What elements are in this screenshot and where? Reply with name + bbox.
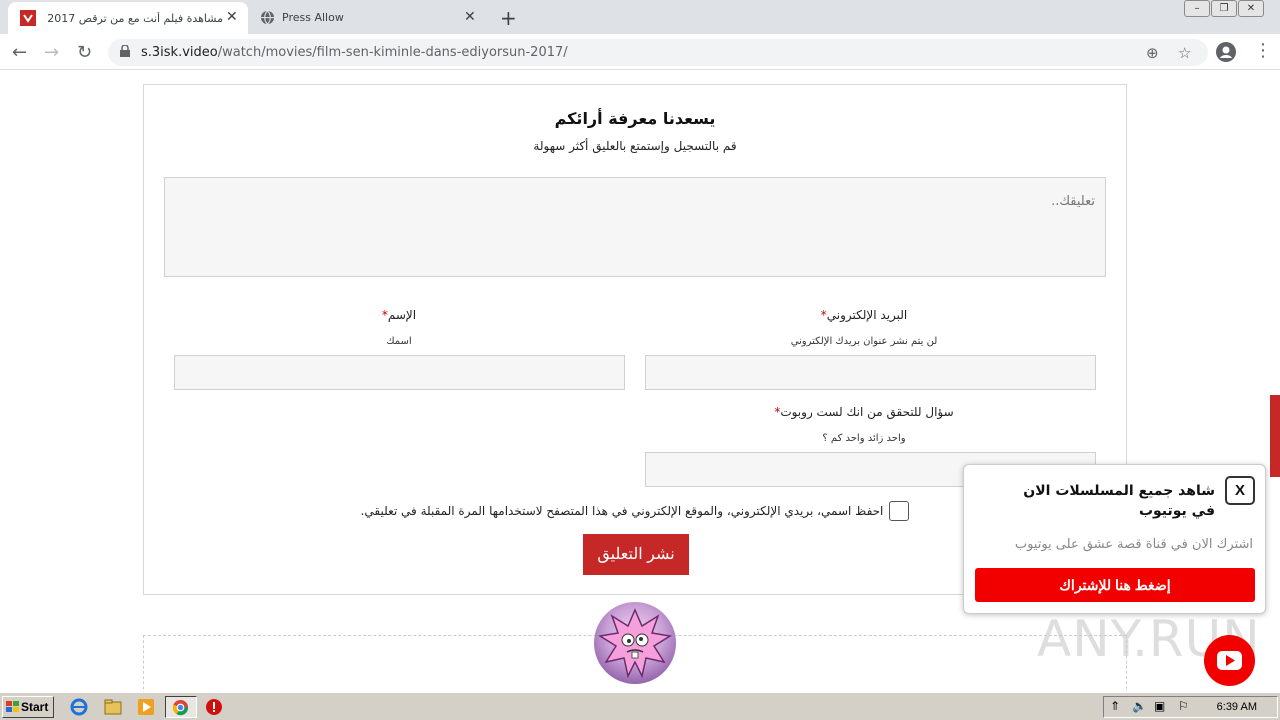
email-label-text: البريد الإلكتروني bbox=[826, 308, 908, 322]
comment-form-subtitle: قم بالتسجيل وإستمتع بالعليق أكثر سهولة bbox=[533, 139, 737, 153]
site-favicon-icon bbox=[20, 10, 36, 26]
start-label: Start bbox=[21, 700, 49, 714]
windows-logo-icon bbox=[6, 701, 19, 712]
name-hint: اسمك bbox=[386, 336, 412, 347]
captcha-label: سؤال للتحقق من انك لست روبوت* bbox=[646, 405, 1082, 419]
system-tray: ⇑ 🔈 ▣ ⚐ 6:39 AM bbox=[1103, 696, 1278, 718]
youtube-subscribe-popup: X شاهد جميع المسلسلات الان في يوتيوب اشت… bbox=[963, 464, 1266, 614]
window-controls: – ❐ ✕ bbox=[1183, 0, 1264, 18]
name-label: الإسم* bbox=[194, 308, 604, 322]
name-field[interactable] bbox=[174, 355, 625, 390]
popup-close-button[interactable]: X bbox=[1225, 476, 1255, 505]
side-feedback-tab[interactable] bbox=[1270, 395, 1280, 477]
tray-expand-icon[interactable]: ⇑ bbox=[1110, 699, 1120, 713]
email-field[interactable] bbox=[645, 355, 1096, 390]
remember-me-checkbox[interactable] bbox=[889, 501, 910, 521]
browser-toolbar: ← → ↻ s.3isk.video/watch/movies/film-sen… bbox=[0, 34, 1280, 70]
comment-textarea[interactable] bbox=[164, 177, 1106, 277]
network-icon[interactable]: ▣ bbox=[1154, 699, 1165, 713]
tab-press-allow[interactable]: Press Allow ✕ bbox=[252, 2, 490, 34]
tab-close-icon[interactable]: ✕ bbox=[226, 9, 238, 25]
popup-title: شاهد جميع المسلسلات الان في يوتيوب bbox=[1023, 483, 1215, 519]
url-path: /watch/movies/film-sen-kiminle-dans-ediy… bbox=[217, 45, 568, 60]
email-hint: لن يتم نشر عنوان بريدك الإلكتروني bbox=[790, 336, 938, 347]
back-arrow-icon[interactable]: ← bbox=[12, 42, 27, 63]
bookmark-star-icon[interactable]: ☆ bbox=[1178, 44, 1191, 62]
url-text: s.3isk.video/watch/movies/film-sen-kimin… bbox=[141, 45, 568, 60]
start-button[interactable]: Start bbox=[2, 696, 54, 718]
page-content: يسعدنا معرفة أرائكم قم بالتسجيل وإستمتع … bbox=[0, 70, 1280, 692]
chrome-taskbar-button[interactable] bbox=[165, 696, 197, 718]
restore-button[interactable]: ❐ bbox=[1211, 0, 1237, 17]
taskbar: Start ⇑ 🔈 ▣ ⚐ 6:39 AM bbox=[0, 692, 1280, 720]
close-window-button[interactable]: ✕ bbox=[1238, 0, 1264, 17]
mascot-star-icon bbox=[597, 608, 673, 679]
avatar bbox=[594, 602, 676, 684]
remember-me-text: احفظ اسمي، بريدي الإلكتروني، والموقع الإ… bbox=[360, 504, 884, 518]
popup-subtitle: اشترك الان في قناة قصة عشق على يوتيوب bbox=[1014, 537, 1253, 552]
flag-icon[interactable]: ⚐ bbox=[1178, 699, 1189, 713]
minimize-button[interactable]: – bbox=[1184, 0, 1210, 17]
menu-kebab-icon[interactable]: ⋮ bbox=[1254, 40, 1272, 61]
name-label-text: الإسم bbox=[387, 308, 417, 322]
youtube-fab-button[interactable] bbox=[1204, 635, 1255, 686]
captcha-hint: واحد زائد واحد كم ؟ bbox=[822, 433, 906, 444]
forward-arrow-icon[interactable]: → bbox=[44, 42, 59, 63]
lock-icon bbox=[120, 45, 130, 57]
tab-close-icon[interactable]: ✕ bbox=[464, 9, 476, 25]
email-label: البريد الإلكتروني* bbox=[646, 308, 1082, 322]
media-player-icon[interactable] bbox=[137, 698, 155, 716]
submit-comment-button[interactable]: نشر التعليق bbox=[583, 534, 689, 575]
url-host: s.3isk.video bbox=[141, 45, 218, 60]
tab-title: مشاهدة فيلم أنت مع من ترقص 2017 bbox=[48, 11, 223, 25]
globe-icon bbox=[260, 10, 275, 25]
tab-bar: مشاهدة فيلم أنت مع من ترقص 2017 ✕ Press … bbox=[0, 0, 1280, 34]
address-bar[interactable]: s.3isk.video/watch/movies/film-sen-kimin… bbox=[108, 39, 1208, 66]
reload-icon[interactable]: ↻ bbox=[77, 42, 92, 63]
youtube-play-icon bbox=[1217, 651, 1242, 670]
comment-form-title: يسعدنا معرفة أرائكم bbox=[554, 109, 716, 128]
chrome-icon bbox=[172, 699, 189, 716]
new-tab-button[interactable]: + bbox=[500, 6, 517, 30]
tab-active[interactable]: مشاهدة فيلم أنت مع من ترقص 2017 ✕ bbox=[8, 2, 248, 34]
folder-icon[interactable] bbox=[104, 698, 122, 716]
captcha-label-text: سؤال للتحقق من انك لست روبوت bbox=[780, 405, 954, 419]
profile-avatar-icon[interactable] bbox=[1216, 42, 1236, 62]
zoom-icon[interactable]: ⊕ bbox=[1146, 44, 1159, 62]
clock: 6:39 AM bbox=[1216, 701, 1257, 713]
subscribe-button[interactable]: إضغط هنا للإشتراك bbox=[975, 568, 1255, 602]
tab-title: Press Allow bbox=[282, 11, 344, 24]
volume-icon[interactable]: 🔈 bbox=[1132, 699, 1147, 713]
alert-stop-icon[interactable] bbox=[205, 698, 223, 716]
ie-icon[interactable] bbox=[70, 698, 88, 716]
